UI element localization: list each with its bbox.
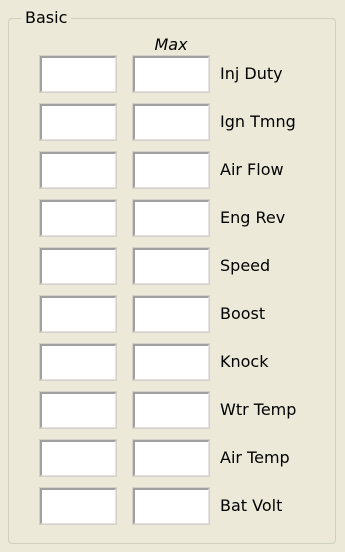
row-air-flow: Air Flow bbox=[0, 151, 345, 189]
air-temp-max-field[interactable] bbox=[132, 439, 210, 477]
eng-rev-label: Eng Rev bbox=[220, 208, 286, 227]
row-ign-tmng: Ign Tmng bbox=[0, 103, 345, 141]
knock-label: Knock bbox=[220, 352, 269, 371]
inj-duty-label: Inj Duty bbox=[220, 64, 283, 83]
wtr-temp-max-field[interactable] bbox=[132, 391, 210, 429]
bat-volt-max-field[interactable] bbox=[132, 487, 210, 525]
air-temp-current-field[interactable] bbox=[39, 439, 117, 477]
wtr-temp-label: Wtr Temp bbox=[220, 400, 297, 419]
speed-current-field[interactable] bbox=[39, 247, 117, 285]
row-wtr-temp: Wtr Temp bbox=[0, 391, 345, 429]
knock-current-field[interactable] bbox=[39, 343, 117, 381]
ign-tmng-max-field[interactable] bbox=[132, 103, 210, 141]
row-air-temp: Air Temp bbox=[0, 439, 345, 477]
eng-rev-current-field[interactable] bbox=[39, 199, 117, 237]
speed-label: Speed bbox=[220, 256, 271, 275]
basic-panel: Basic Max Inj Duty Ign Tmng Air Flow Eng… bbox=[0, 0, 345, 552]
bat-volt-label: Bat Volt bbox=[220, 496, 283, 515]
row-inj-duty: Inj Duty bbox=[0, 55, 345, 93]
row-speed: Speed bbox=[0, 247, 345, 285]
speed-max-field[interactable] bbox=[132, 247, 210, 285]
inj-duty-max-field[interactable] bbox=[132, 55, 210, 93]
air-flow-label: Air Flow bbox=[220, 160, 284, 179]
wtr-temp-current-field[interactable] bbox=[39, 391, 117, 429]
inj-duty-current-field[interactable] bbox=[39, 55, 117, 93]
air-flow-current-field[interactable] bbox=[39, 151, 117, 189]
row-boost: Boost bbox=[0, 295, 345, 333]
boost-label: Boost bbox=[220, 304, 266, 323]
air-temp-label: Air Temp bbox=[220, 448, 290, 467]
boost-current-field[interactable] bbox=[39, 295, 117, 333]
row-knock: Knock bbox=[0, 343, 345, 381]
bat-volt-current-field[interactable] bbox=[39, 487, 117, 525]
ign-tmng-label: Ign Tmng bbox=[220, 112, 296, 131]
group-title: Basic bbox=[21, 8, 72, 28]
boost-max-field[interactable] bbox=[132, 295, 210, 333]
max-column-header: Max bbox=[154, 35, 188, 54]
row-bat-volt: Bat Volt bbox=[0, 487, 345, 525]
eng-rev-max-field[interactable] bbox=[132, 199, 210, 237]
air-flow-max-field[interactable] bbox=[132, 151, 210, 189]
knock-max-field[interactable] bbox=[132, 343, 210, 381]
ign-tmng-current-field[interactable] bbox=[39, 103, 117, 141]
row-eng-rev: Eng Rev bbox=[0, 199, 345, 237]
